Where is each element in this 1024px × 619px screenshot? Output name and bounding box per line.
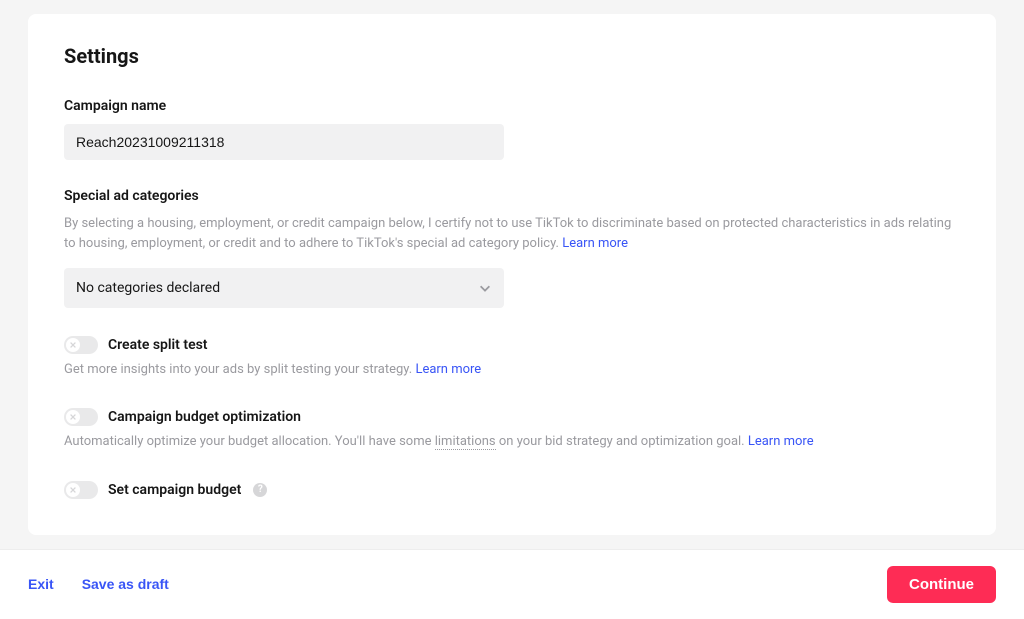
chevron-down-icon <box>478 281 492 295</box>
campaign-budget-section: Set campaign budget ? <box>64 481 960 499</box>
page-title: Settings <box>64 44 960 68</box>
budget-optimization-learn-more-link[interactable]: Learn more <box>748 434 814 449</box>
campaign-name-section: Campaign name <box>64 98 960 160</box>
campaign-budget-toggle[interactable] <box>64 481 98 499</box>
special-categories-label: Special ad categories <box>64 188 960 204</box>
special-categories-description: By selecting a housing, employment, or c… <box>64 214 960 254</box>
split-test-label: Create split test <box>108 337 208 353</box>
exit-button[interactable]: Exit <box>28 576 54 592</box>
campaign-name-label: Campaign name <box>64 98 960 114</box>
close-icon <box>69 341 77 349</box>
budget-optimization-description: Automatically optimize your budget alloc… <box>64 432 960 452</box>
split-test-toggle[interactable] <box>64 336 98 354</box>
budget-optimization-toggle[interactable] <box>64 408 98 426</box>
close-icon <box>69 413 77 421</box>
special-categories-selected-value: No categories declared <box>76 280 220 296</box>
save-draft-button[interactable]: Save as draft <box>82 576 169 592</box>
campaign-name-input[interactable] <box>64 124 504 160</box>
limitations-tooltip-trigger[interactable]: limitations <box>435 434 496 450</box>
campaign-budget-label: Set campaign budget <box>108 482 241 498</box>
special-categories-select[interactable]: No categories declared <box>64 268 504 308</box>
split-test-section: Create split test Get more insights into… <box>64 336 960 380</box>
settings-card: Settings Campaign name Special ad catego… <box>28 14 996 535</box>
special-categories-learn-more-link[interactable]: Learn more <box>562 236 628 251</box>
help-icon[interactable]: ? <box>253 483 267 497</box>
budget-optimization-section: Campaign budget optimization Automatical… <box>64 408 960 452</box>
split-test-learn-more-link[interactable]: Learn more <box>415 362 481 377</box>
special-categories-section: Special ad categories By selecting a hou… <box>64 188 960 308</box>
budget-optimization-label: Campaign budget optimization <box>108 409 301 425</box>
split-test-description: Get more insights into your ads by split… <box>64 360 960 380</box>
close-icon <box>69 486 77 494</box>
footer-bar: Exit Save as draft Continue <box>0 549 1024 619</box>
continue-button[interactable]: Continue <box>887 566 996 603</box>
